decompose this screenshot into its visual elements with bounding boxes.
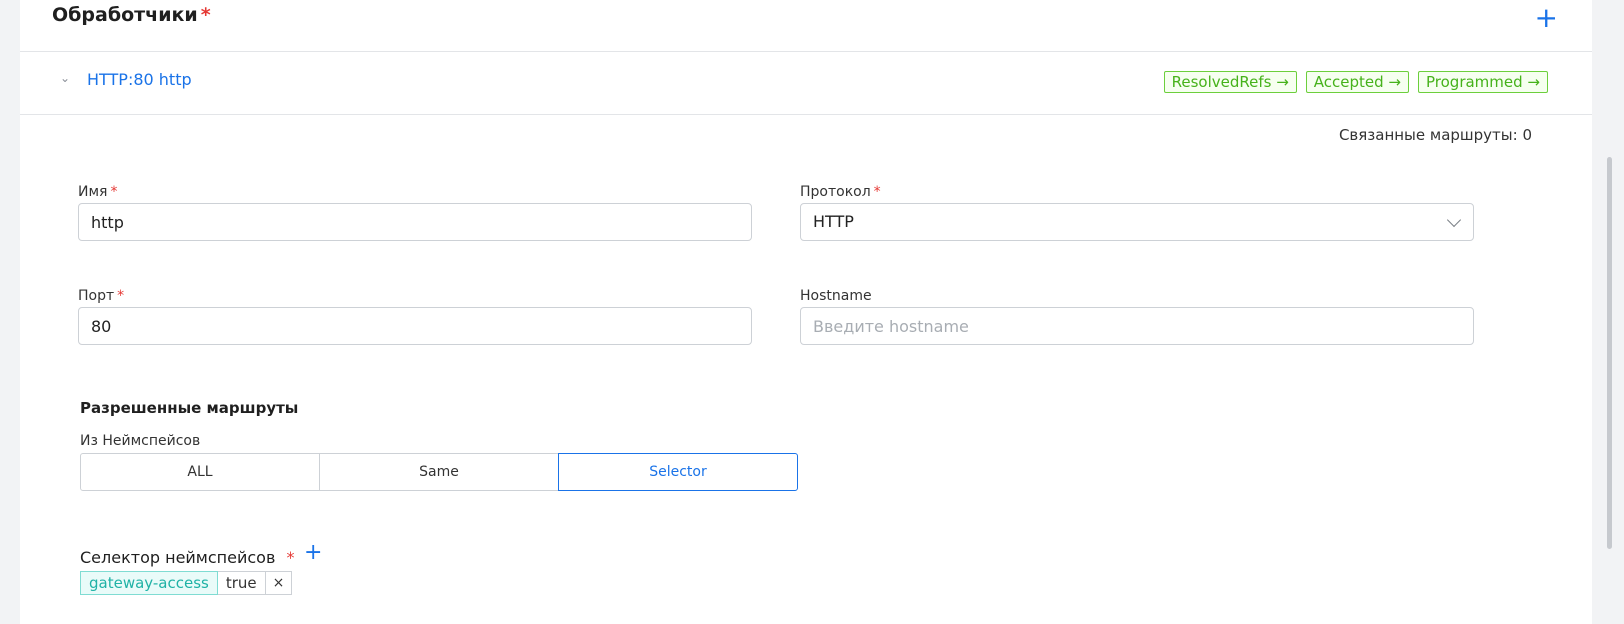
selector-pair: gateway-access true ×: [80, 571, 293, 595]
scrollbar[interactable]: [1607, 157, 1612, 549]
chevron-down-icon: [1446, 212, 1462, 228]
section-title: Обработчики *: [52, 4, 211, 26]
listeners-panel: Обработчики * + ⌄ HTTP:80 http ResolvedRe…: [20, 0, 1612, 624]
add-selector-icon[interactable]: +: [304, 542, 322, 564]
port-label-text: Порт: [78, 288, 115, 304]
required-mark: *: [286, 548, 295, 567]
section-title-text: Обработчики: [52, 4, 198, 26]
option-selector[interactable]: Selector: [558, 453, 798, 491]
listener-row[interactable]: ⌄ HTTP:80 http ResolvedRefs → Accepted →…: [20, 51, 1592, 115]
option-same[interactable]: Same: [319, 453, 559, 491]
protocol-label: Протокол *: [800, 184, 881, 200]
protocol-label-text: Протокол: [800, 184, 871, 200]
required-mark: *: [873, 184, 881, 200]
selector-value: true: [217, 571, 266, 595]
status-tag-programmed[interactable]: Programmed →: [1418, 71, 1548, 93]
namespace-selector-label-text: Селектор неймспейсов: [80, 548, 276, 567]
selector-key: gateway-access: [80, 571, 218, 595]
hostname-label: Hostname: [800, 288, 872, 304]
required-mark: *: [117, 288, 125, 304]
namespace-source-toggle: ALL Same Selector: [80, 453, 798, 491]
attached-routes-count: Связанные маршруты: 0: [1338, 126, 1532, 144]
name-input[interactable]: [78, 203, 752, 241]
status-tag-accepted[interactable]: Accepted →: [1305, 71, 1409, 93]
namespace-selector-label: Селектор неймспейсов *: [80, 548, 294, 567]
listener-name[interactable]: HTTP:80 http: [87, 70, 192, 89]
protocol-select[interactable]: HTTP: [800, 203, 1474, 241]
port-input[interactable]: [78, 307, 752, 345]
hostname-input[interactable]: [800, 307, 1474, 345]
status-tag-resolvedrefs[interactable]: ResolvedRefs →: [1163, 71, 1297, 93]
chevron-down-icon[interactable]: ⌄: [60, 71, 70, 85]
option-all[interactable]: ALL: [80, 453, 320, 491]
port-label: Порт *: [78, 288, 124, 304]
name-label: Имя *: [78, 184, 117, 200]
add-listener-icon[interactable]: +: [1535, 4, 1558, 32]
allowed-routes-title: Разрешенные маршруты: [80, 399, 299, 417]
required-mark: *: [200, 4, 211, 26]
required-mark: *: [110, 184, 118, 200]
status-tags: ResolvedRefs → Accepted → Programmed →: [1163, 71, 1548, 93]
protocol-select-value: HTTP: [813, 212, 854, 231]
from-namespaces-label: Из Неймспейсов: [80, 433, 201, 449]
close-icon[interactable]: ×: [265, 571, 293, 595]
section-header: Обработчики * +: [20, 0, 1592, 52]
name-label-text: Имя: [78, 184, 108, 200]
